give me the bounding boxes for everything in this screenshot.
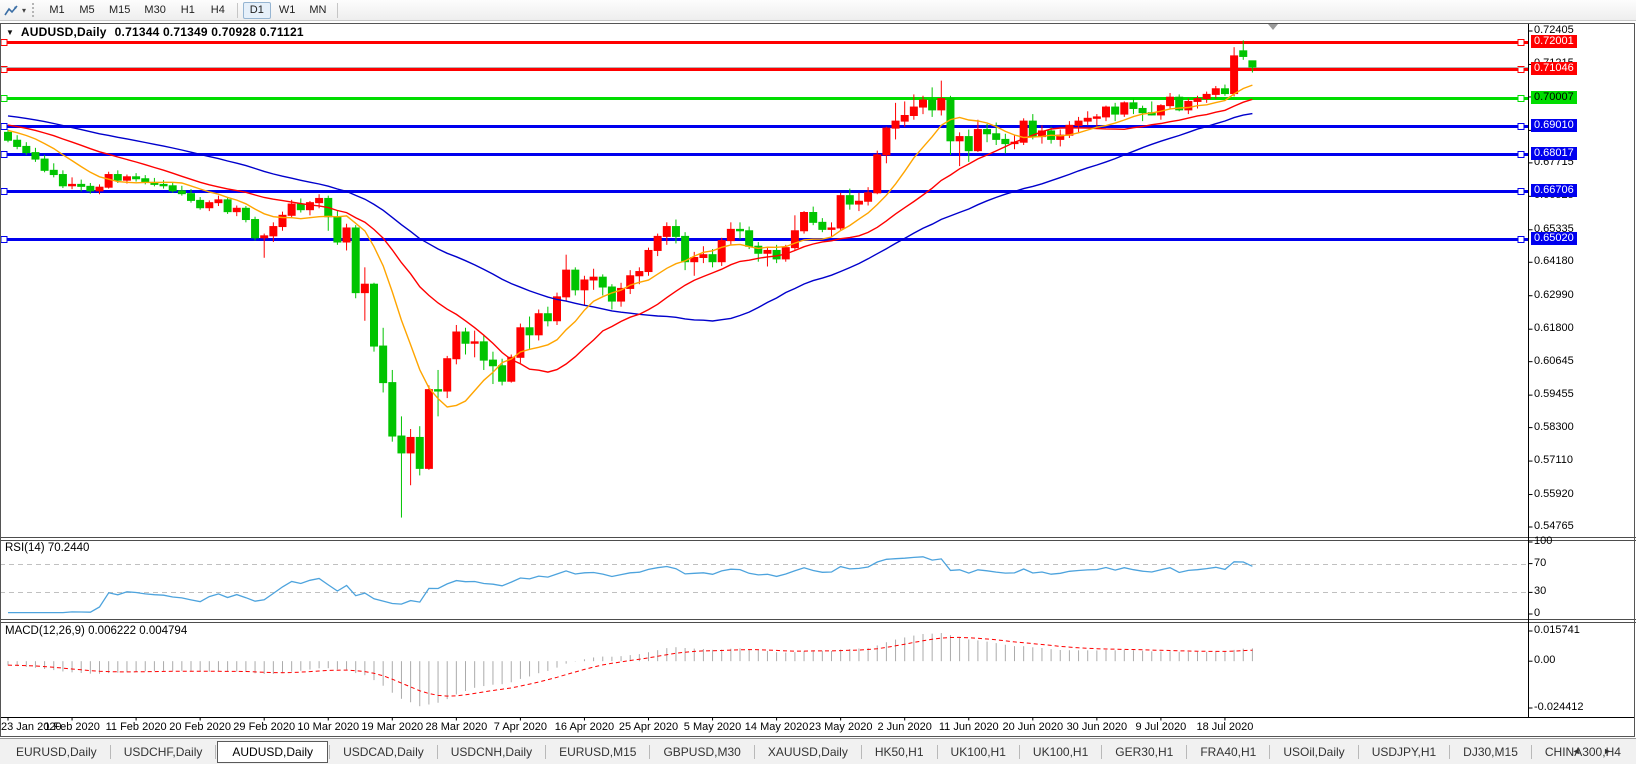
tab-separator	[215, 745, 216, 759]
line-handle[interactable]	[1518, 96, 1524, 102]
line-handle[interactable]	[1518, 152, 1524, 158]
toolbar-grip	[32, 3, 36, 17]
chart-tab-uk100-h1[interactable]: UK100,H1	[1021, 742, 1100, 762]
chart-tab-gbpusd-m30[interactable]: GBPUSD,M30	[651, 742, 752, 762]
chart-tab-bar: EURUSD,DailyUSDCHF,DailyAUDUSD,DailyUSDC…	[0, 738, 1636, 764]
timeframe-button-m15[interactable]: M15	[103, 2, 136, 19]
rsi-line	[8, 557, 1252, 613]
chart-tool-icon[interactable]	[2, 2, 20, 18]
line-handle[interactable]	[1, 96, 7, 102]
chart-tab-uk100-h1[interactable]: UK100,H1	[939, 742, 1018, 762]
tab-separator	[1186, 745, 1187, 759]
chart-tab-audusd-daily[interactable]: AUDUSD,Daily	[217, 741, 328, 763]
tab-separator	[545, 745, 546, 759]
line-handle[interactable]	[1, 237, 7, 243]
timeframe-button-m1[interactable]: M1	[43, 2, 71, 19]
line-handle[interactable]	[1, 152, 7, 158]
timeframe-button-h1[interactable]: H1	[174, 2, 202, 19]
tab-separator	[1269, 745, 1270, 759]
tab-separator	[1101, 745, 1102, 759]
tab-scroll-left-arrow[interactable]: ◄	[1572, 746, 1591, 756]
chart-symbol-title: AUDUSD,Daily	[21, 25, 107, 39]
chart-window: ▼ AUDUSD,Daily 0.71344 0.71349 0.70928 0…	[0, 21, 1636, 738]
tab-separator	[1531, 745, 1532, 759]
tab-separator	[649, 745, 650, 759]
chart-tab-eurusd-m15[interactable]: EURUSD,M15	[547, 742, 648, 762]
macd-histogram	[8, 633, 1252, 706]
chart-tab-hk50-h1[interactable]: HK50,H1	[863, 742, 936, 762]
line-handle[interactable]	[1518, 40, 1524, 46]
timeframe-button-m5[interactable]: M5	[73, 2, 101, 19]
chart-tab-xauusd-daily[interactable]: XAUUSD,Daily	[756, 742, 860, 762]
price-chart-svg[interactable]	[0, 21, 1636, 738]
chart-tab-usdjpy-h1[interactable]: USDJPY,H1	[1360, 742, 1448, 762]
candles	[5, 40, 1256, 517]
chart-ohlc-values: 0.71344 0.71349 0.70928 0.71121	[115, 25, 304, 39]
tab-separator	[329, 745, 330, 759]
timeframe-button-h4[interactable]: H4	[204, 2, 232, 19]
mt4-application-window: ▾ M1M5M15M30H1H4 D1W1MN ▼ AUDUSD,Daily 0.…	[0, 0, 1636, 764]
line-handle[interactable]	[1, 189, 7, 195]
tab-separator	[1358, 745, 1359, 759]
toolbar-separator	[337, 3, 338, 18]
timeframe-toolbar: ▾ M1M5M15M30H1H4 D1W1MN	[0, 0, 1636, 21]
timeframe-button-mn[interactable]: MN	[303, 2, 332, 19]
tab-separator	[1449, 745, 1450, 759]
chart-tab-eurusd-daily[interactable]: EURUSD,Daily	[4, 742, 109, 762]
line-handle[interactable]	[1, 124, 7, 130]
chart-tab-usoil-daily[interactable]: USOil,Daily	[1271, 742, 1356, 762]
chart-tab-dj30-m15[interactable]: DJ30,M15	[1451, 742, 1530, 762]
timeframe-button-d1[interactable]: D1	[243, 2, 271, 19]
line-handle[interactable]	[1518, 237, 1524, 243]
tab-separator	[1019, 745, 1020, 759]
chart-title-row: ▼ AUDUSD,Daily 0.71344 0.71349 0.70928 0…	[6, 25, 312, 39]
chart-border	[1, 24, 1635, 737]
line-handle[interactable]	[1, 40, 7, 46]
tab-separator	[754, 745, 755, 759]
moving-average-line	[8, 99, 1252, 372]
tab-separator	[861, 745, 862, 759]
tab-separator	[437, 745, 438, 759]
line-handle[interactable]	[1518, 124, 1524, 130]
chart-shift-marker-icon[interactable]	[1268, 24, 1278, 30]
timeframe-button-w1[interactable]: W1	[273, 2, 302, 19]
chart-tab-usdchf-daily[interactable]: USDCHF,Daily	[112, 742, 215, 762]
macd-signal-line	[8, 637, 1252, 696]
tab-separator	[110, 745, 111, 759]
toolbar-separator	[237, 3, 238, 18]
tab-separator	[937, 745, 938, 759]
chart-tab-usdcnh-daily[interactable]: USDCNH,Daily	[439, 742, 544, 762]
one-click-collapse-icon[interactable]: ▼	[6, 28, 14, 37]
timeframe-button-m30[interactable]: M30	[138, 2, 171, 19]
chart-tab-fra40-h1[interactable]: FRA40,H1	[1188, 742, 1268, 762]
tab-scroll-right-arrow[interactable]: ►	[1603, 746, 1622, 756]
chart-tab-usdcad-daily[interactable]: USDCAD,Daily	[331, 742, 436, 762]
chart-tab-ger30-h1[interactable]: GER30,H1	[1103, 742, 1185, 762]
line-handle[interactable]	[1518, 189, 1524, 195]
dropdown-caret-icon[interactable]: ▾	[22, 6, 26, 15]
